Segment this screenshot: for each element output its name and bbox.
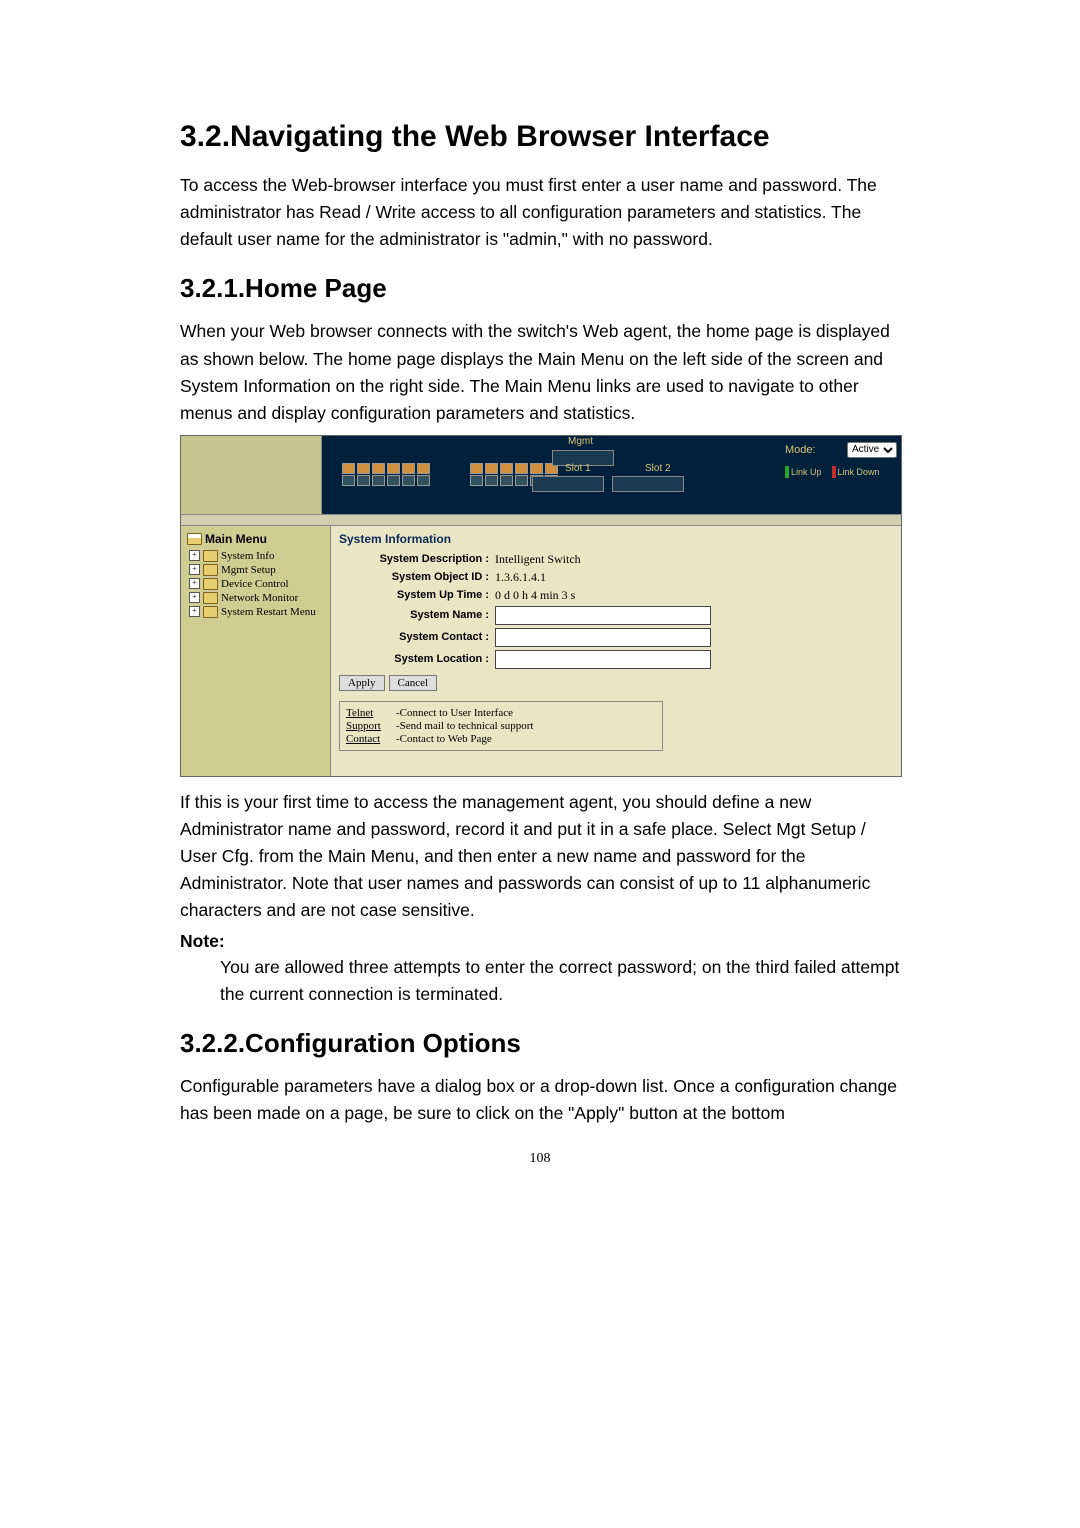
link-row-support: Support -Send mail to technical support [346,720,656,732]
legend-link-up: Link Up [785,466,822,478]
config-options-paragraph: Configurable parameters have a dialog bo… [180,1073,900,1127]
section-heading-3-2: 3.2.Navigating the Web Browser Interface [180,120,900,154]
mode-panel: Mode: Active Link Up Link Down [781,436,901,514]
mode-label: Mode: [785,444,816,456]
system-object-id-value: 1.3.6.1.4.1 [495,570,546,585]
telnet-link-desc: -Connect to User Interface [396,707,513,719]
folder-icon [203,564,218,576]
intro-paragraph: To access the Web-browser interface you … [180,172,900,253]
expander-icon[interactable]: + [189,550,200,561]
system-uptime-label: System Up Time : [339,589,495,601]
telnet-link[interactable]: Telnet [346,707,392,719]
note-body: You are allowed three attempts to enter … [220,954,900,1008]
logo-area [181,436,322,514]
system-information-panel: System Information System Description : … [331,526,901,776]
tree-item-mgmt-setup[interactable]: + Mgmt Setup [189,564,326,576]
tree-item-system-info[interactable]: + System Info [189,550,326,562]
note-label: Note: [180,931,900,952]
contact-link[interactable]: Contact [346,733,392,745]
expander-icon[interactable]: + [189,592,200,603]
support-link[interactable]: Support [346,720,392,732]
main-menu-title: Main Menu [187,532,326,546]
system-contact-label: System Contact : [339,631,495,643]
after-screenshot-paragraph: If this is your first time to access the… [180,789,900,925]
system-contact-input[interactable] [495,628,711,647]
port-diagram: Mgmt Slot 1 Slot 2 [322,436,781,514]
folder-icon [203,606,218,618]
folder-icon [203,578,218,590]
system-location-input[interactable] [495,650,711,669]
folder-open-icon [187,533,202,545]
apply-button[interactable]: Apply [339,675,385,691]
expander-icon[interactable]: + [189,564,200,575]
system-description-label: System Description : [339,553,495,565]
slot2-box [612,476,684,492]
support-link-desc: -Send mail to technical support [396,720,533,732]
folder-icon [203,592,218,604]
link-down-indicator-icon [832,466,836,478]
legend-link-down: Link Down [832,466,880,478]
slot1-box [532,476,604,492]
system-information-heading: System Information [339,532,893,546]
system-uptime-value: 0 d 0 h 4 min 3 s [495,588,575,603]
page-number: 108 [180,1151,900,1167]
web-agent-screenshot: Mgmt Slot 1 Slot 2 Mode: Active L [180,435,902,777]
main-menu-tree: Main Menu + System Info + Mgmt Setup + D… [181,526,331,776]
system-name-label: System Name : [339,609,495,621]
slot1-label: Slot 1 [565,463,591,474]
system-object-id-label: System Object ID : [339,571,495,583]
divider-bar [181,514,901,526]
home-page-paragraph: When your Web browser connects with the … [180,318,900,427]
mode-select[interactable]: Active [847,442,897,458]
link-row-contact: Contact -Contact to Web Page [346,733,656,745]
section-heading-3-2-2: 3.2.2.Configuration Options [180,1028,900,1059]
tree-item-system-restart[interactable]: + System Restart Menu [189,606,326,618]
cancel-button[interactable]: Cancel [389,675,438,691]
section-heading-3-2-1: 3.2.1.Home Page [180,273,900,304]
system-name-input[interactable] [495,606,711,625]
tree-item-network-monitor[interactable]: + Network Monitor [189,592,326,604]
link-up-indicator-icon [785,466,789,478]
contact-link-desc: -Contact to Web Page [396,733,492,745]
tree-item-device-control[interactable]: + Device Control [189,578,326,590]
system-description-value: Intelligent Switch [495,552,581,567]
link-row-telnet: Telnet -Connect to User Interface [346,707,656,719]
slot2-label: Slot 2 [645,463,671,474]
system-location-label: System Location : [339,653,495,665]
expander-icon[interactable]: + [189,578,200,589]
expander-icon[interactable]: + [189,606,200,617]
quick-links-box: Telnet -Connect to User Interface Suppor… [339,701,663,751]
mgmt-label: Mgmt [568,436,593,447]
folder-icon [203,550,218,562]
